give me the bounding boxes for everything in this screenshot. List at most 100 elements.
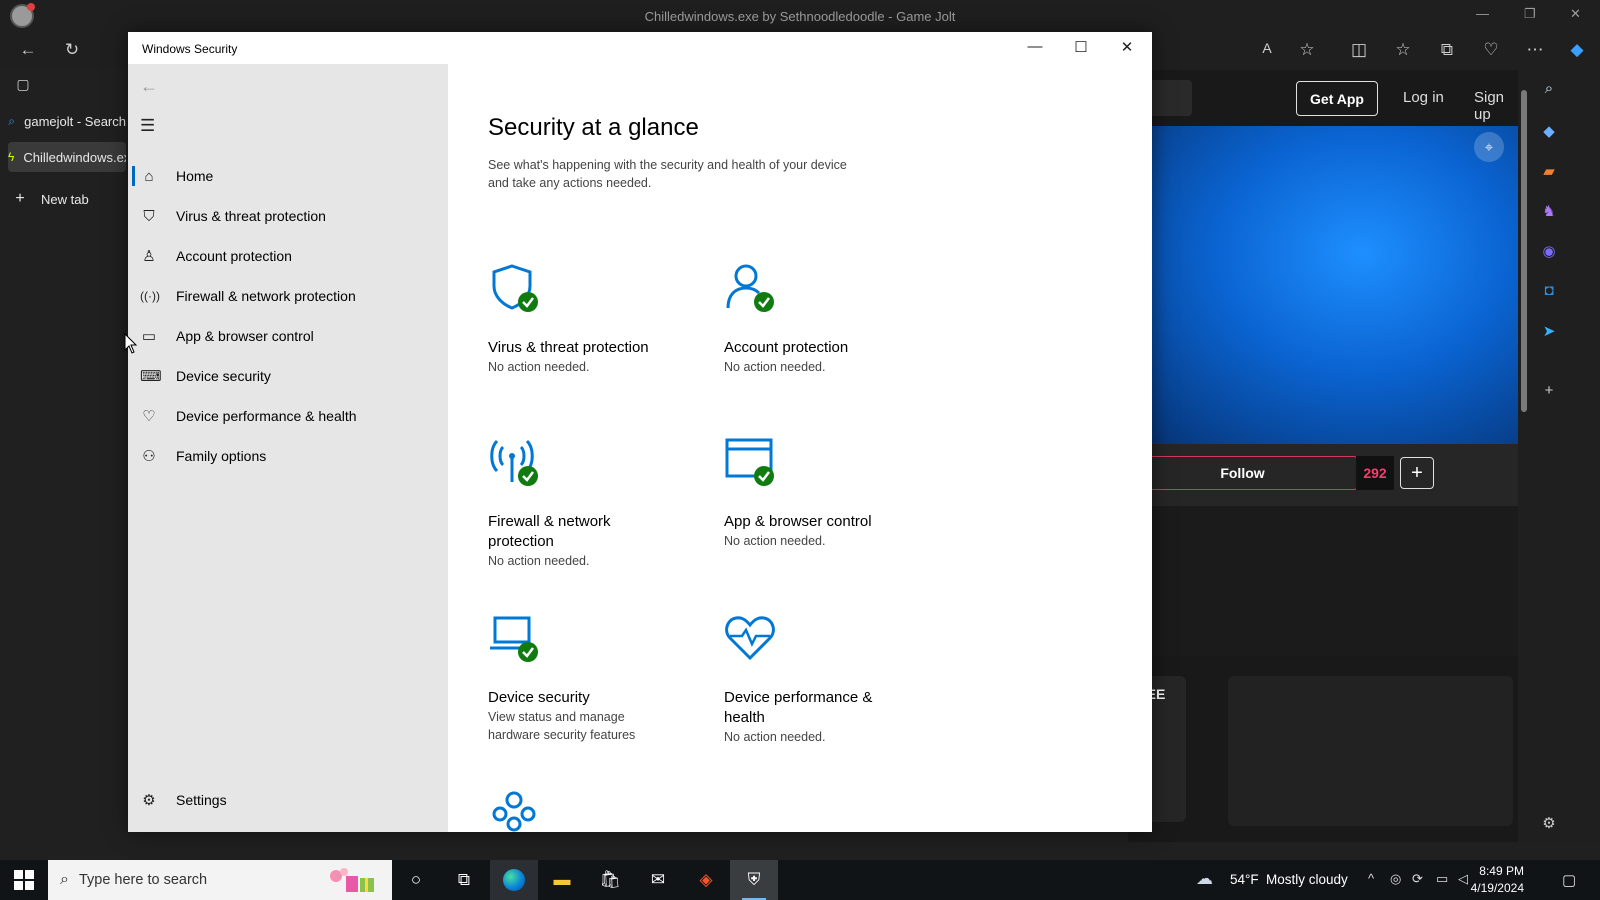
page-scrollbar[interactable] bbox=[1518, 70, 1530, 842]
tile-virus-threat[interactable]: Virus & threat protection No action need… bbox=[468, 240, 696, 406]
get-app-button[interactable]: Get App bbox=[1296, 81, 1378, 116]
window-title: Windows Security bbox=[142, 42, 238, 56]
microsoft-store-icon[interactable]: 🛍 bbox=[586, 860, 634, 900]
nav-item-app-browser[interactable]: ▭ App & browser control bbox=[132, 318, 444, 354]
tab-gamejolt-search[interactable]: ⌕ gamejolt - Search bbox=[8, 106, 126, 136]
nav-item-virus-threat[interactable]: ⛉ Virus & threat protection bbox=[132, 198, 444, 234]
browser-minimize-button[interactable]: — bbox=[1476, 6, 1489, 21]
tile-title: Device performance & health bbox=[724, 689, 873, 726]
add-sidebar-app-icon[interactable]: + bbox=[1538, 382, 1560, 404]
new-tab-button[interactable]: + New tab bbox=[8, 184, 126, 214]
person-icon: ♙ bbox=[142, 248, 156, 265]
mail-icon[interactable]: ✉ bbox=[634, 860, 682, 900]
windows-security-taskbar-icon[interactable]: ⛨ bbox=[730, 860, 778, 900]
screenshot-icon[interactable]: ⌖ bbox=[1474, 132, 1504, 162]
games-icon[interactable]: ♞ bbox=[1538, 202, 1560, 224]
favorites-icon[interactable]: ☆ bbox=[1392, 40, 1414, 60]
plus-icon: + bbox=[15, 190, 25, 207]
drop-icon[interactable]: ➤ bbox=[1538, 322, 1560, 344]
person-check-icon bbox=[726, 264, 774, 312]
sign-up-link[interactable]: Sign up bbox=[1474, 89, 1518, 123]
tile-status: No action needed. bbox=[488, 360, 590, 374]
tab-actions-icon[interactable]: ▢ bbox=[12, 76, 34, 93]
nav-item-firewall[interactable]: ((·)) Firewall & network protection bbox=[132, 278, 444, 314]
windows-security-titlebar: Windows Security — ☐ ✕ bbox=[128, 32, 1152, 64]
browser-close-button[interactable]: ✕ bbox=[1570, 6, 1581, 22]
scrollbar-thumb[interactable] bbox=[1521, 90, 1527, 412]
browser-maximize-button[interactable]: ❐ bbox=[1524, 6, 1536, 22]
task-view-icon[interactable]: ⧉ bbox=[440, 860, 488, 900]
tile-title: App & browser control bbox=[724, 513, 872, 530]
windows-security-window: Windows Security — ☐ ✕ ← ☰ ⌂ Home ⛉ Viru… bbox=[128, 32, 1152, 832]
tile-app-browser[interactable]: App & browser control No action needed. bbox=[704, 414, 932, 580]
add-to-playlist-button[interactable]: + bbox=[1400, 457, 1434, 489]
antenna-check-icon bbox=[490, 439, 538, 486]
follow-button[interactable]: Follow bbox=[1128, 456, 1358, 490]
family-icon bbox=[492, 791, 536, 832]
edge-app-icon[interactable] bbox=[490, 860, 538, 900]
nav-item-account[interactable]: ♙ Account protection bbox=[132, 238, 444, 274]
back-arrow-icon[interactable]: ← bbox=[140, 76, 158, 97]
tile-firewall[interactable]: Firewall & network protection No action … bbox=[468, 414, 696, 580]
collections-icon[interactable]: ⧉ bbox=[1436, 40, 1458, 60]
shopping-tag-icon[interactable]: ◆ bbox=[1538, 122, 1560, 144]
update-icon[interactable]: ⟳ bbox=[1412, 871, 1423, 887]
search-icon[interactable]: ⌕ bbox=[1538, 80, 1560, 102]
weather-temperature[interactable]: 54°F bbox=[1230, 872, 1259, 887]
search-icon: ⌕ bbox=[8, 113, 15, 128]
antenna-icon: ((·)) bbox=[140, 289, 160, 303]
nav-item-settings[interactable]: ⚙ Settings bbox=[132, 782, 444, 818]
webcam-icon[interactable]: ◎ bbox=[1390, 871, 1401, 887]
tile-device-security[interactable]: Device security View status and manage h… bbox=[468, 590, 696, 756]
nav-item-device-security[interactable]: ⌨ Device security bbox=[132, 358, 444, 394]
nav-item-family[interactable]: ⚇ Family options bbox=[132, 438, 444, 474]
copilot-icon[interactable]: ◆ bbox=[1566, 40, 1588, 60]
favorite-star-icon[interactable]: ☆ bbox=[1296, 40, 1318, 60]
brave-browser-icon[interactable]: ◈ bbox=[682, 860, 730, 900]
close-button[interactable]: ✕ bbox=[1104, 38, 1150, 56]
gamejolt-logo-icon: ϟ bbox=[8, 150, 15, 164]
new-tab-label: New tab bbox=[41, 191, 89, 207]
tab-chilledwindows[interactable]: ϟ Chilledwindows.exe by Sethnoodledoodle… bbox=[8, 142, 126, 172]
gamejolt-page: Get App Log in Sign up ⌖ Follow 292 + FR… bbox=[1128, 70, 1518, 842]
outlook-icon[interactable]: ◘ bbox=[1538, 282, 1560, 304]
sidebar-settings-gear-icon[interactable]: ⚙ bbox=[1538, 814, 1560, 836]
taskbar-search-box[interactable]: ⌕ Type here to search bbox=[48, 860, 392, 900]
network-icon[interactable]: ▭ bbox=[1436, 871, 1448, 887]
tile-account[interactable]: Account protection No action needed. bbox=[704, 240, 932, 406]
system-clock[interactable]: 8:49 PM 4/19/2024 bbox=[1462, 863, 1524, 897]
nav-item-performance[interactable]: ♡ Device performance & health bbox=[132, 398, 444, 434]
read-aloud-icon[interactable]: A bbox=[1256, 40, 1278, 56]
game-card[interactable] bbox=[1228, 676, 1513, 826]
taskbar: ⌕ Type here to search ○ ⧉ ▬ 🛍 ✉ ◈ ⛨ ☁ 54… bbox=[0, 860, 1600, 900]
nav-item-label: Family options bbox=[176, 448, 267, 464]
windows-start-icon[interactable] bbox=[14, 870, 34, 890]
tile-performance-health[interactable]: Device performance & health No action ne… bbox=[704, 590, 932, 756]
cortana-icon[interactable]: ○ bbox=[392, 860, 440, 900]
nav-item-home[interactable]: ⌂ Home bbox=[132, 158, 444, 194]
log-in-link[interactable]: Log in bbox=[1403, 89, 1444, 106]
game-banner-image bbox=[1128, 126, 1518, 444]
gamejolt-content-area bbox=[1128, 506, 1518, 656]
family-icon: ⚇ bbox=[142, 448, 156, 465]
weather-description[interactable]: Mostly cloudy bbox=[1266, 872, 1348, 887]
weather-cloud-icon[interactable]: ☁ bbox=[1196, 869, 1213, 889]
microsoft365-icon[interactable]: ◉ bbox=[1538, 242, 1560, 264]
split-screen-icon[interactable]: ◫ bbox=[1348, 40, 1370, 60]
maximize-button[interactable]: ☐ bbox=[1058, 38, 1104, 56]
show-hidden-icons-chevron-icon[interactable]: ^ bbox=[1368, 871, 1374, 886]
more-options-icon[interactable]: ⋯ bbox=[1524, 40, 1546, 60]
back-arrow-icon[interactable]: ← bbox=[17, 40, 39, 60]
nav-item-label: Device performance & health bbox=[176, 408, 357, 424]
minimize-button[interactable]: — bbox=[1012, 38, 1058, 55]
browser-titlebar: Chilledwindows.exe by Sethnoodledoodle -… bbox=[0, 0, 1600, 32]
refresh-icon[interactable]: ↻ bbox=[61, 40, 83, 60]
browser-essentials-icon[interactable]: ♡ bbox=[1480, 40, 1502, 60]
tools-briefcase-icon[interactable]: ▰ bbox=[1538, 162, 1560, 184]
tile-family-options[interactable] bbox=[468, 766, 696, 832]
hamburger-menu-icon[interactable]: ☰ bbox=[140, 116, 155, 136]
file-explorer-icon[interactable]: ▬ bbox=[538, 860, 586, 900]
vertical-tab-strip: ▢ ⌕ gamejolt - Search ϟ Chilledwindows.e… bbox=[0, 70, 128, 842]
notifications-icon[interactable]: ▢ bbox=[1562, 871, 1576, 889]
search-icon: ⌕ bbox=[60, 871, 69, 888]
